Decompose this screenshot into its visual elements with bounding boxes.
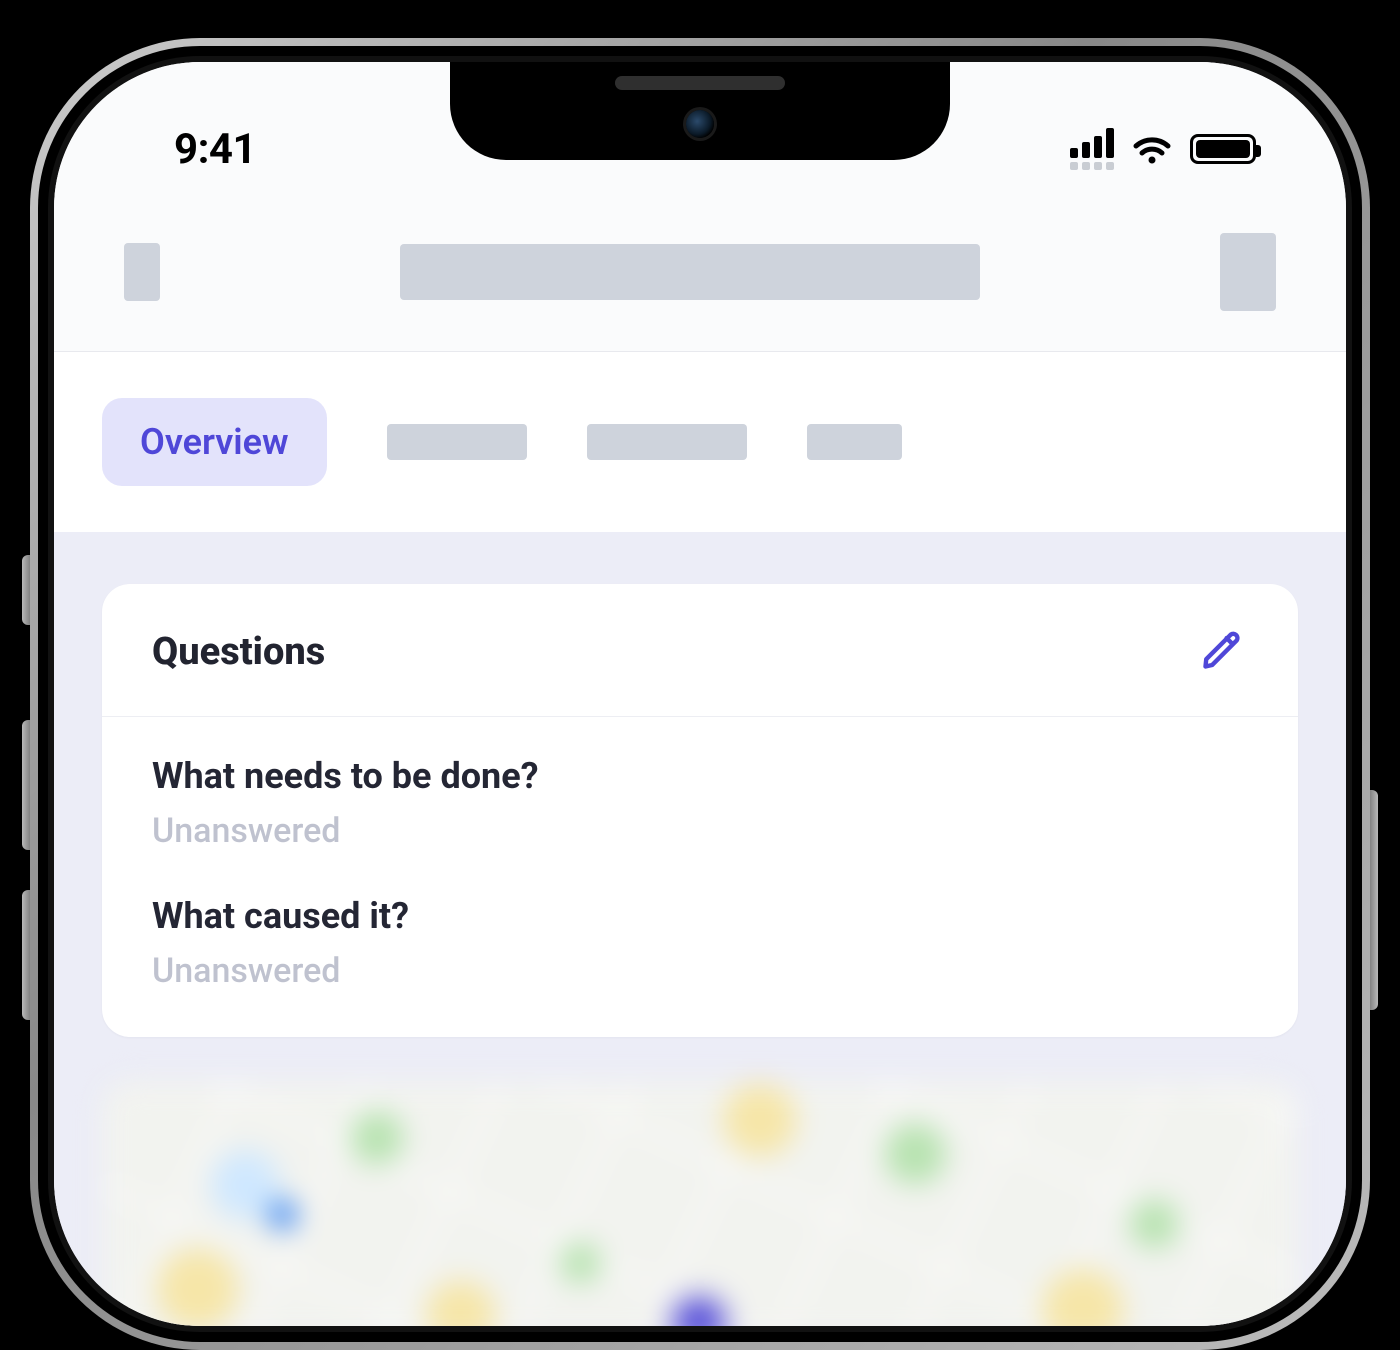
question-answer: Unanswered [152, 951, 1248, 991]
tab-overview[interactable]: Overview [102, 398, 327, 486]
phone-notch [450, 62, 950, 160]
questions-card: Questions What needs to be done? Unanswe… [102, 584, 1298, 1037]
nav-bar [54, 192, 1346, 352]
pencil-icon [1200, 628, 1244, 676]
question-answer: Unanswered [152, 811, 1248, 851]
questions-list: What needs to be done? Unanswered What c… [102, 717, 1298, 1037]
nav-back-skeleton[interactable] [124, 243, 160, 301]
content-area: Questions What needs to be done? Unanswe… [54, 532, 1346, 1326]
screen: 9:41 [54, 62, 1346, 1326]
tab-overview-label: Overview [140, 421, 289, 463]
question-text: What needs to be done? [152, 755, 1248, 797]
nav-title-skeleton [400, 244, 980, 300]
edit-questions-button[interactable] [1196, 626, 1248, 678]
question-item[interactable]: What needs to be done? Unanswered [152, 755, 1248, 851]
map-preview[interactable] [102, 1081, 1298, 1326]
nav-action-skeleton[interactable] [1220, 233, 1276, 311]
wifi-icon [1132, 134, 1172, 164]
cellular-icon [1070, 128, 1114, 170]
status-time: 9:41 [174, 125, 256, 174]
phone-front-camera [686, 110, 714, 138]
map-other-marker [269, 1201, 297, 1229]
phone-speaker [615, 76, 785, 90]
questions-card-title: Questions [152, 630, 325, 674]
tab-skeleton-3[interactable] [807, 424, 902, 460]
tab-skeleton-1[interactable] [387, 424, 527, 460]
question-item[interactable]: What caused it? Unanswered [152, 895, 1248, 991]
tab-bar: Overview [54, 352, 1346, 532]
map-location-pin [676, 1301, 722, 1326]
phone-frame: 9:41 [30, 38, 1370, 1350]
battery-icon [1190, 134, 1256, 164]
question-text: What caused it? [152, 895, 1248, 937]
tab-skeleton-2[interactable] [587, 424, 747, 460]
